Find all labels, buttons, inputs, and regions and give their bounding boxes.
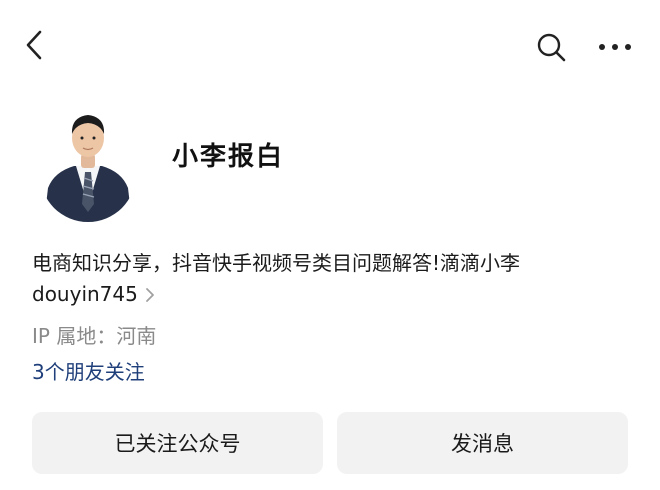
avatar (40, 102, 136, 222)
more-dots-icon (599, 44, 631, 50)
followed-button-label: 已关注公众号 (114, 432, 241, 456)
followed-official-account-button[interactable]: 已关注公众号 (32, 412, 323, 474)
account-id-link[interactable]: douyin745 (32, 282, 156, 306)
chevron-right-icon (145, 288, 154, 302)
account-name: 小李报白 (172, 142, 285, 172)
account-id: douyin745 (32, 282, 138, 306)
ip-location: IP 属地：河南 (32, 324, 157, 348)
send-message-button[interactable]: 发消息 (337, 412, 628, 474)
more-button[interactable] (596, 34, 636, 60)
send-message-label: 发消息 (451, 432, 514, 456)
account-description: 电商知识分享，抖音快手视频号类目问题解答!滴滴小李 (32, 251, 521, 275)
chevron-left-icon (26, 30, 42, 60)
friends-follow-link[interactable]: 3个朋友关注 (32, 356, 145, 385)
search-icon (537, 33, 566, 62)
search-button[interactable] (534, 30, 568, 64)
back-button[interactable] (18, 28, 52, 62)
